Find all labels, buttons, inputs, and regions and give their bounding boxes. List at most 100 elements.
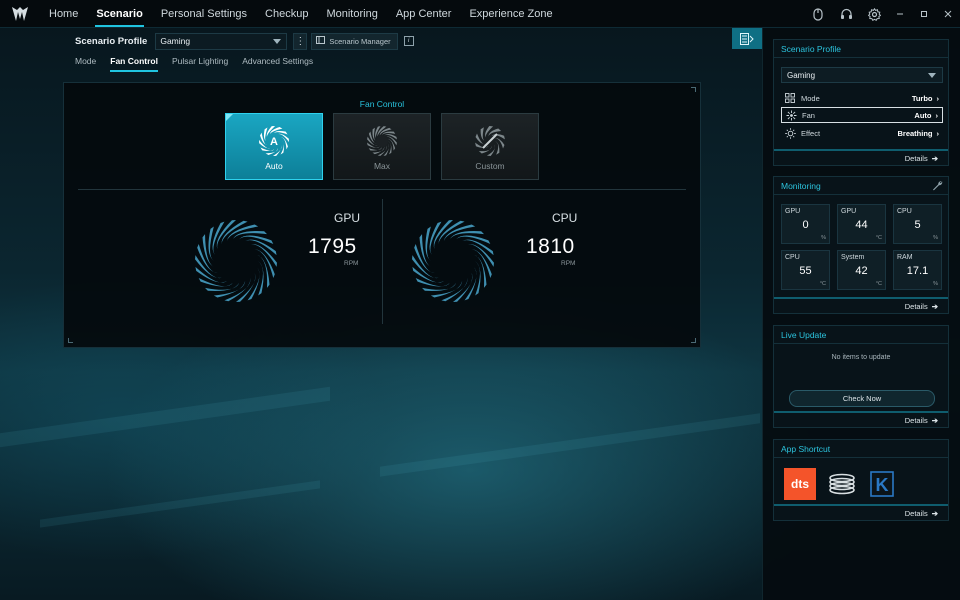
killer-app-shortcut[interactable]: K	[866, 468, 898, 500]
fan-control-title: Fan Control	[359, 99, 405, 109]
app-shortcut-details-link[interactable]: Details ➔	[774, 504, 948, 520]
gpu-fan-unit: RPM	[344, 260, 359, 267]
tab-advanced-settings[interactable]: Advanced Settings	[242, 56, 313, 72]
rail-row-effect[interactable]: Effect Breathing ›	[781, 125, 943, 141]
panel-corner	[691, 338, 696, 343]
close-icon[interactable]	[936, 0, 960, 28]
monitoring-details-link[interactable]: Details ➔	[774, 297, 948, 313]
fan-mode-max-label: Max	[373, 161, 391, 171]
rail-row-mode[interactable]: Mode Turbo ›	[781, 90, 943, 106]
info-icon[interactable]: i	[403, 36, 414, 46]
tab-mode[interactable]: Mode	[75, 56, 96, 72]
sidebar-toggle-button[interactable]	[732, 28, 762, 49]
sun-icon	[783, 127, 797, 139]
sidebar-toggle-icon	[740, 32, 754, 45]
headset-icon[interactable]	[832, 0, 860, 28]
nav-app-center[interactable]: App Center	[387, 0, 461, 28]
chevron-down-icon	[928, 73, 936, 78]
minimize-icon[interactable]	[888, 0, 912, 28]
rail-profile-dropdown[interactable]: Gaming	[781, 67, 943, 83]
scenario-profile-row: Scenario Profile Gaming ⋮ Scenario Manag…	[75, 32, 414, 50]
mouse-icon[interactable]	[804, 0, 832, 28]
fan-mode-auto-button[interactable]: A Auto	[225, 113, 323, 180]
nav-checkup[interactable]: Checkup	[256, 0, 317, 28]
tile-value: 42	[855, 265, 868, 277]
tile-unit: °C	[819, 281, 826, 287]
fan-auto-icon: A	[259, 126, 289, 156]
fan-mode-custom-label: Custom	[475, 161, 505, 171]
restore-icon[interactable]	[912, 0, 936, 28]
tile-value: 5	[914, 219, 921, 231]
cpu-fan-unit: RPM	[561, 260, 576, 267]
tile-value: 17.1	[906, 265, 929, 277]
arrow-right-icon: ➔	[931, 301, 938, 311]
gpu-fan-rpm: 1795	[308, 235, 357, 258]
nav-monitoring[interactable]: Monitoring	[317, 0, 386, 28]
scenario-manager-button[interactable]: Scenario Manager	[311, 32, 398, 50]
wrench-icon[interactable]	[932, 180, 943, 193]
chevron-down-icon	[273, 38, 282, 44]
settings-icon[interactable]	[860, 0, 888, 28]
tile-unit: °C	[875, 281, 882, 287]
app-shortcut-card-title: App Shortcut	[774, 440, 948, 458]
cpu-fan-icon	[412, 220, 494, 302]
fan-mode-custom-button[interactable]: Custom	[441, 113, 539, 180]
nav-personal-settings[interactable]: Personal Settings	[152, 0, 256, 28]
monitor-tile-ram-usage: RAM 17.1 %	[893, 250, 942, 290]
rail-row-fan[interactable]: Fan Auto ›	[781, 107, 943, 123]
check-now-button[interactable]: Check Now	[789, 390, 935, 407]
panel-corner	[68, 338, 73, 343]
tile-name: RAM	[897, 254, 913, 261]
arrow-right-icon: ➔	[931, 508, 938, 518]
scenario-profile-card-title: Scenario Profile	[774, 40, 948, 58]
killer-logo-label: K	[876, 475, 889, 495]
dts-app-shortcut[interactable]: dts	[784, 468, 816, 500]
tile-name: CPU	[897, 208, 912, 215]
coil-logo-icon	[829, 473, 855, 495]
grid-icon	[783, 93, 797, 103]
scenario-details-link[interactable]: Details ➔	[774, 149, 948, 165]
monitor-tile-cpu-temp: CPU 55 °C	[781, 250, 830, 290]
nav-home[interactable]: Home	[40, 0, 87, 28]
coil-app-shortcut[interactable]	[826, 468, 858, 500]
tile-name: GPU	[785, 208, 801, 215]
monitoring-card: Monitoring GPU 0 % GPU 44 °C CPU 5 % CPU…	[773, 176, 949, 314]
tile-value: 44	[855, 219, 868, 231]
more-vertical-icon: ⋮	[295, 35, 306, 47]
no-updates-text: No items to update	[831, 354, 891, 361]
rail-row-effect-value: Breathing	[897, 128, 933, 138]
nav-scenario[interactable]: Scenario	[87, 0, 151, 28]
monitor-tile-cpu-usage: CPU 5 %	[893, 204, 942, 244]
tile-value: 55	[799, 265, 812, 277]
gpu-fan-icon	[195, 220, 277, 302]
panel-corner	[691, 87, 696, 92]
tile-name: System	[841, 254, 865, 261]
scenario-profile-dropdown[interactable]: Gaming	[155, 32, 288, 50]
arrow-right-icon: ➔	[931, 153, 938, 163]
tile-name: GPU	[841, 208, 857, 215]
tab-pulsar-lighting[interactable]: Pulsar Lighting	[172, 56, 228, 72]
rail-profile-value: Gaming	[787, 70, 816, 80]
tile-unit: %	[933, 235, 938, 241]
nav-experience-zone[interactable]: Experience Zone	[460, 0, 561, 28]
monitor-tile-gpu-temp: GPU 44 °C	[837, 204, 886, 244]
fan-mode-max-button[interactable]: Max	[333, 113, 431, 180]
live-update-card: Live Update No items to update Check Now…	[773, 325, 949, 428]
selected-marker	[226, 114, 233, 121]
details-label: Details	[904, 508, 928, 518]
live-update-details-link[interactable]: Details ➔	[774, 411, 948, 427]
tab-fan-control[interactable]: Fan Control	[110, 56, 158, 72]
live-update-card-title: Live Update	[774, 326, 948, 344]
scenario-subtabs: Mode Fan Control Pulsar Lighting Advance…	[75, 56, 327, 72]
cpu-fan-rpm: 1810	[526, 235, 575, 258]
dts-logo-label: dts	[791, 477, 809, 491]
fan-max-icon	[367, 126, 397, 156]
killer-logo-icon: K	[870, 471, 894, 497]
tile-unit: %	[821, 235, 826, 241]
details-label: Details	[904, 153, 928, 163]
more-options-button[interactable]: ⋮	[293, 32, 308, 50]
rail-row-fan-value: Auto	[914, 110, 932, 120]
tile-value: 0	[802, 219, 809, 231]
background-streak	[40, 480, 320, 528]
monitor-tile-system-temp: System 42 °C	[837, 250, 886, 290]
